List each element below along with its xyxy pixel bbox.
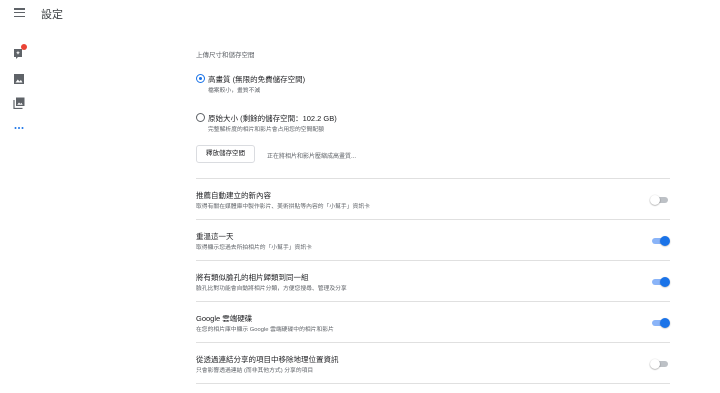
setting-title: 重溫這一天 <box>196 232 234 241</box>
setting-title: 推薦自動建立的新內容 <box>196 191 271 200</box>
notification-dot <box>21 44 27 50</box>
recover-status-text: 正在將相片和影片壓縮成高畫質... <box>267 154 357 160</box>
radio-original-size[interactable]: 原始大小 (剩餘的儲存空間：102.2 GB) 完整解析度的相片和影片會占用您的… <box>196 112 670 136</box>
photos-icon[interactable] <box>13 72 25 84</box>
setting-subtitle: 取得顯示您過去所拍相片的「小幫手」資訊卡 <box>196 245 312 251</box>
more-icon[interactable] <box>13 121 25 133</box>
toggle-switch[interactable] <box>650 236 670 246</box>
setting-row-suggest-creations: 推薦自動建立的新內容 取得有關在媒體庫中製作影片、美術拼貼等內容的「小幫手」資訊… <box>196 178 670 219</box>
divider <box>196 383 670 384</box>
radio-button-unchecked[interactable] <box>196 113 205 122</box>
setting-subtitle: 在您的相片庫中顯示 Google 雲端硬碟中的相片和影片 <box>196 327 334 333</box>
albums-icon[interactable] <box>13 96 25 110</box>
setting-row-google-drive: Google 雲端硬碟 在您的相片庫中顯示 Google 雲端硬碟中的相片和影片 <box>196 301 670 342</box>
setting-title: 從透過連結分享的項目中移除地理位置資訊 <box>196 355 339 364</box>
setting-title: Google 雲端硬碟 <box>196 314 253 323</box>
toggle-switch[interactable] <box>650 195 670 205</box>
setting-title: 將有類似臉孔的相片歸類到同一組 <box>196 273 309 282</box>
setting-subtitle: 臉孔比對功能會自動將相片分類，方便您搜尋、管理及分享 <box>196 286 347 292</box>
radio-title: 高畫質 (無限的免費儲存空間) <box>208 75 306 84</box>
assistant-icon[interactable] <box>13 44 27 59</box>
page-title: 設定 <box>41 9 63 21</box>
upload-size-label: 上傳尺寸和儲存空間 <box>196 52 255 59</box>
radio-subtitle: 檔案較小，畫質不減 <box>208 88 261 94</box>
toggle-switch[interactable] <box>650 318 670 328</box>
radio-subtitle: 完整解析度的相片和影片會占用您的空間配額 <box>208 127 324 133</box>
top-bar: 設定 <box>0 0 720 28</box>
setting-row-group-similar-faces: 將有類似臉孔的相片歸類到同一組 臉孔比對功能會自動將相片分類，方便您搜尋、管理及… <box>196 260 670 301</box>
toggle-switch[interactable] <box>650 359 670 369</box>
recover-storage-button[interactable]: 釋放儲存空間 <box>196 145 255 163</box>
setting-row-remove-geo-location: 從透過連結分享的項目中移除地理位置資訊 只會影響透過連結 (而非其他方式) 分享… <box>196 342 670 383</box>
side-rail <box>0 0 40 393</box>
setting-subtitle: 取得有關在媒體庫中製作影片、美術拼貼等內容的「小幫手」資訊卡 <box>196 204 370 210</box>
setting-row-rediscover-this-day: 重溫這一天 取得顯示您過去所拍相片的「小幫手」資訊卡 <box>196 219 670 260</box>
radio-title: 原始大小 (剩餘的儲存空間：102.2 GB) <box>208 114 337 123</box>
radio-button-checked[interactable] <box>196 74 205 83</box>
toggle-switch[interactable] <box>650 277 670 287</box>
setting-subtitle: 只會影響透過連結 (而非其他方式) 分享的項目 <box>196 368 314 374</box>
radio-high-quality[interactable]: 高畫質 (無限的免費儲存空間) 檔案較小，畫質不減 <box>196 73 670 97</box>
